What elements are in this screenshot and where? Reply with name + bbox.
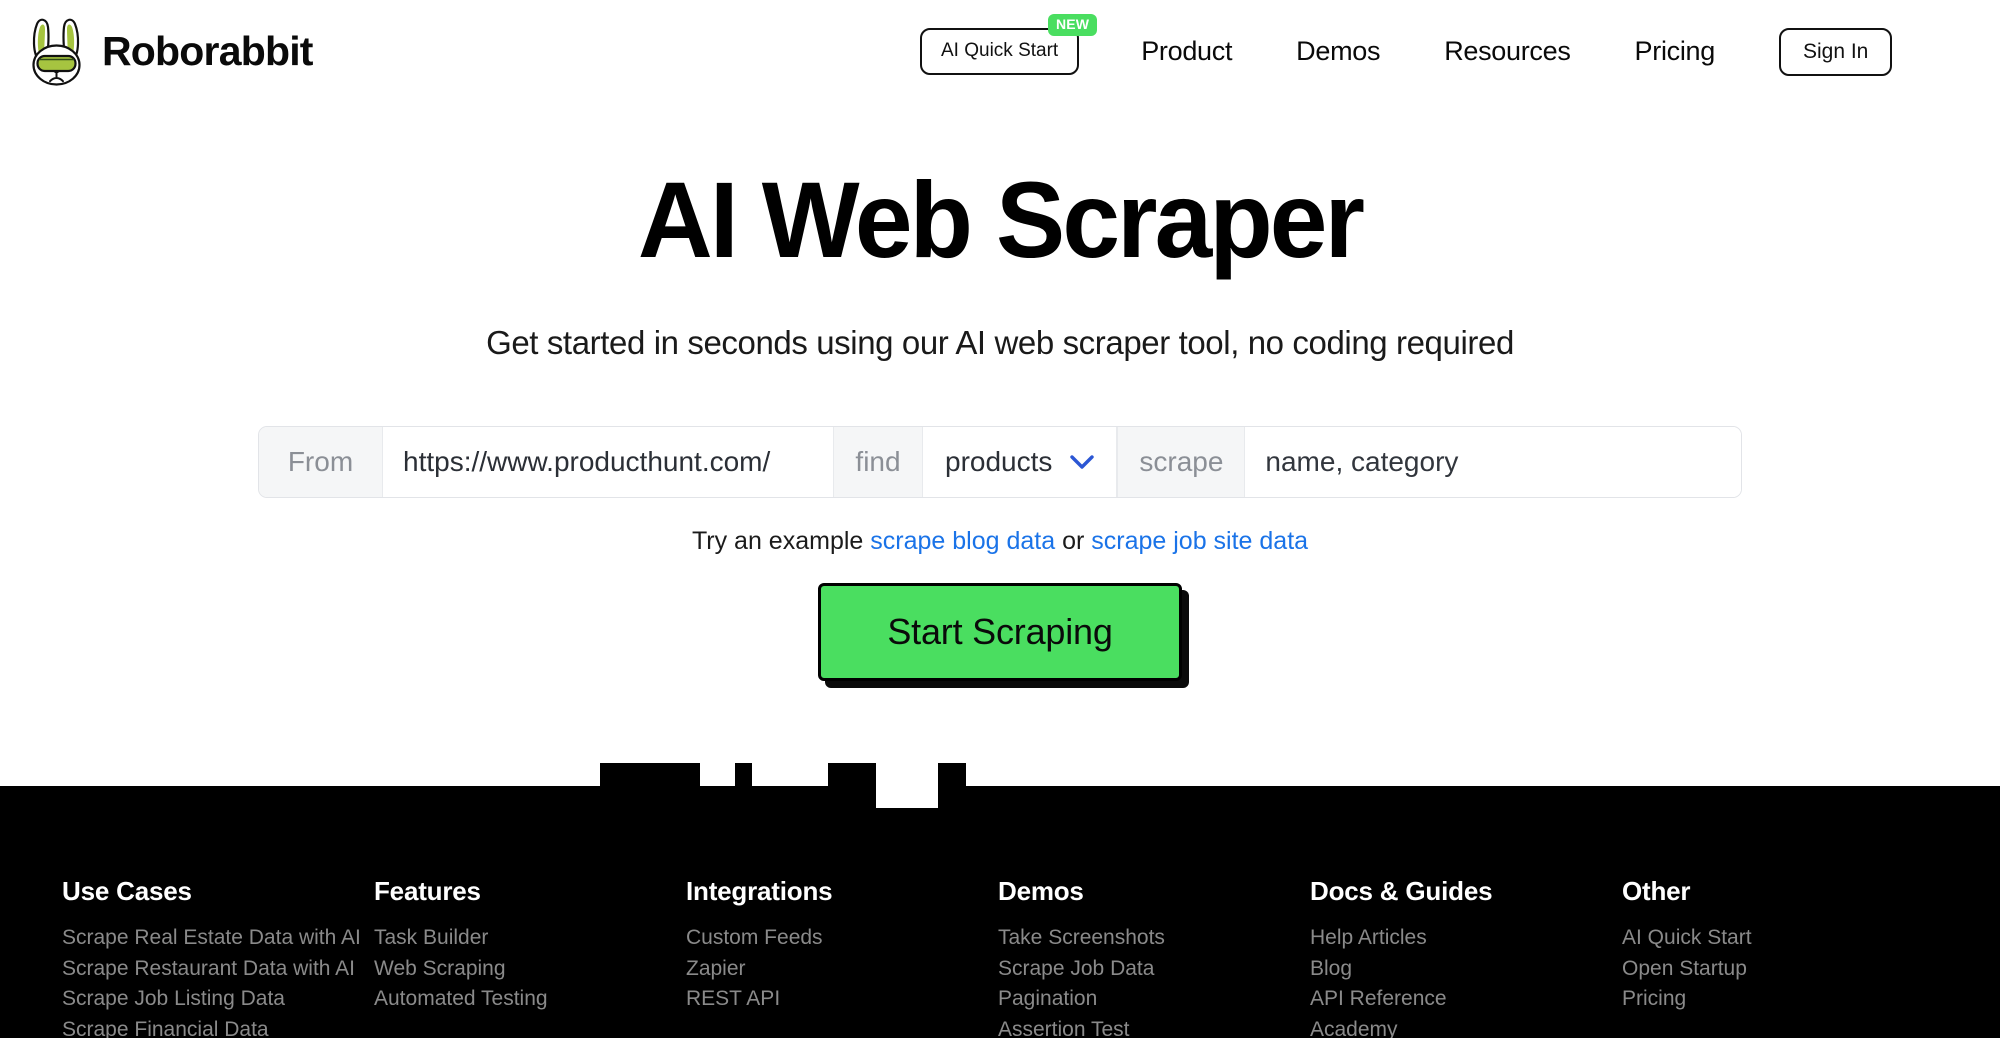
- footer-link[interactable]: Open Startup: [1622, 954, 1934, 985]
- cta-container: Start Scraping: [0, 583, 2000, 681]
- footer-link[interactable]: API Reference: [1310, 984, 1622, 1015]
- example-link-job-site[interactable]: scrape job site data: [1091, 527, 1308, 555]
- footer-link[interactable]: Scrape Restaurant Data with AI: [62, 954, 374, 985]
- scraper-query-bar: From https://www.producthunt.com/ find p…: [258, 426, 1742, 498]
- nav-quick-start-wrap: AI Quick Start NEW: [920, 14, 1098, 75]
- footer-link[interactable]: Pricing: [1622, 984, 1934, 1015]
- nav-link-product[interactable]: Product: [1141, 36, 1232, 67]
- page-title: AI Web Scraper: [637, 159, 1365, 280]
- chevron-down-icon: [1070, 455, 1095, 469]
- example-prefix: Try an example: [691, 527, 864, 555]
- start-scraping-button[interactable]: Start Scraping: [818, 583, 1182, 681]
- nav-link-resources[interactable]: Resources: [1444, 36, 1571, 67]
- footer-column-features: Features Task Builder Web Scraping Autom…: [374, 876, 686, 1038]
- footer-heading: Other: [1622, 876, 1691, 906]
- scrape-label: scrape: [1117, 427, 1246, 497]
- footer-column-demos: Demos Take Screenshots Scrape Job Data P…: [998, 876, 1310, 1038]
- footer-column-other: Other AI Quick Start Open Startup Pricin…: [1622, 876, 1934, 1038]
- footer-column-integrations: Integrations Custom Feeds Zapier REST AP…: [686, 876, 998, 1038]
- footer-heading: Use Cases: [62, 876, 192, 906]
- find-label: find: [833, 427, 923, 497]
- entity-select-value: products: [945, 446, 1053, 477]
- brand-logo-link[interactable]: Roborabbit: [26, 18, 313, 86]
- footer-link[interactable]: Blog: [1310, 954, 1622, 985]
- footer-stepped-edge: [0, 763, 2000, 809]
- footer-link[interactable]: Task Builder: [374, 923, 686, 954]
- nav-link-pricing[interactable]: Pricing: [1635, 36, 1716, 67]
- rabbit-head-icon: [32, 18, 81, 86]
- footer-link[interactable]: Take Screenshots: [998, 923, 1310, 954]
- footer-link[interactable]: Automated Testing: [374, 984, 686, 1015]
- footer-link[interactable]: Web Scraping: [374, 954, 686, 985]
- footer-heading: Features: [374, 876, 481, 906]
- footer-link[interactable]: Scrape Job Data: [998, 954, 1310, 985]
- footer-heading: Demos: [998, 876, 1084, 906]
- footer-columns: Use Cases Scrape Real Estate Data with A…: [0, 876, 2000, 1038]
- url-input[interactable]: https://www.producthunt.com/: [383, 427, 833, 497]
- footer-link[interactable]: Help Articles: [1310, 923, 1622, 954]
- site-footer: Use Cases Scrape Real Estate Data with A…: [0, 763, 2000, 1038]
- entity-select[interactable]: products: [923, 427, 1118, 497]
- main-nav: AI Quick Start NEW Product Demos Resourc…: [920, 0, 1893, 103]
- footer-link[interactable]: Scrape Real Estate Data with AI: [62, 923, 374, 954]
- footer-column-docs-guides: Docs & Guides Help Articles Blog API Ref…: [1310, 876, 1622, 1038]
- footer-column-use-cases: Use Cases Scrape Real Estate Data with A…: [62, 876, 374, 1038]
- example-hint: Try an example scrape blog data or scrap…: [0, 527, 2000, 556]
- brand-name: Roborabbit: [102, 28, 313, 74]
- example-link-blog[interactable]: scrape blog data: [870, 527, 1055, 555]
- hero-section: AI Web Scraper Get started in seconds us…: [0, 103, 2000, 362]
- footer-heading: Integrations: [686, 876, 833, 906]
- sign-in-button[interactable]: Sign In: [1778, 27, 1893, 76]
- footer-link[interactable]: REST API: [686, 984, 998, 1015]
- footer-link[interactable]: Zapier: [686, 954, 998, 985]
- footer-link[interactable]: Custom Feeds: [686, 923, 998, 954]
- nav-link-demos[interactable]: Demos: [1296, 36, 1380, 67]
- example-conjunction: or: [1062, 527, 1085, 555]
- footer-link[interactable]: Pagination: [998, 984, 1310, 1015]
- footer-link[interactable]: Academy: [1310, 1015, 1622, 1038]
- from-label: From: [259, 427, 383, 497]
- site-header: Roborabbit AI Quick Start NEW Product De…: [0, 0, 2000, 103]
- footer-link[interactable]: Scrape Financial Data: [62, 1015, 374, 1038]
- new-badge: NEW: [1047, 14, 1098, 36]
- fields-input[interactable]: name, category: [1245, 427, 1741, 497]
- footer-link[interactable]: AI Quick Start: [1622, 923, 1934, 954]
- hero-subtitle: Get started in seconds using our AI web …: [486, 324, 1514, 361]
- footer-link[interactable]: Scrape Job Listing Data: [62, 984, 374, 1015]
- footer-heading: Docs & Guides: [1310, 876, 1493, 906]
- footer-link[interactable]: Assertion Test: [998, 1015, 1310, 1038]
- page-root: Roborabbit AI Quick Start NEW Product De…: [0, 0, 2000, 1038]
